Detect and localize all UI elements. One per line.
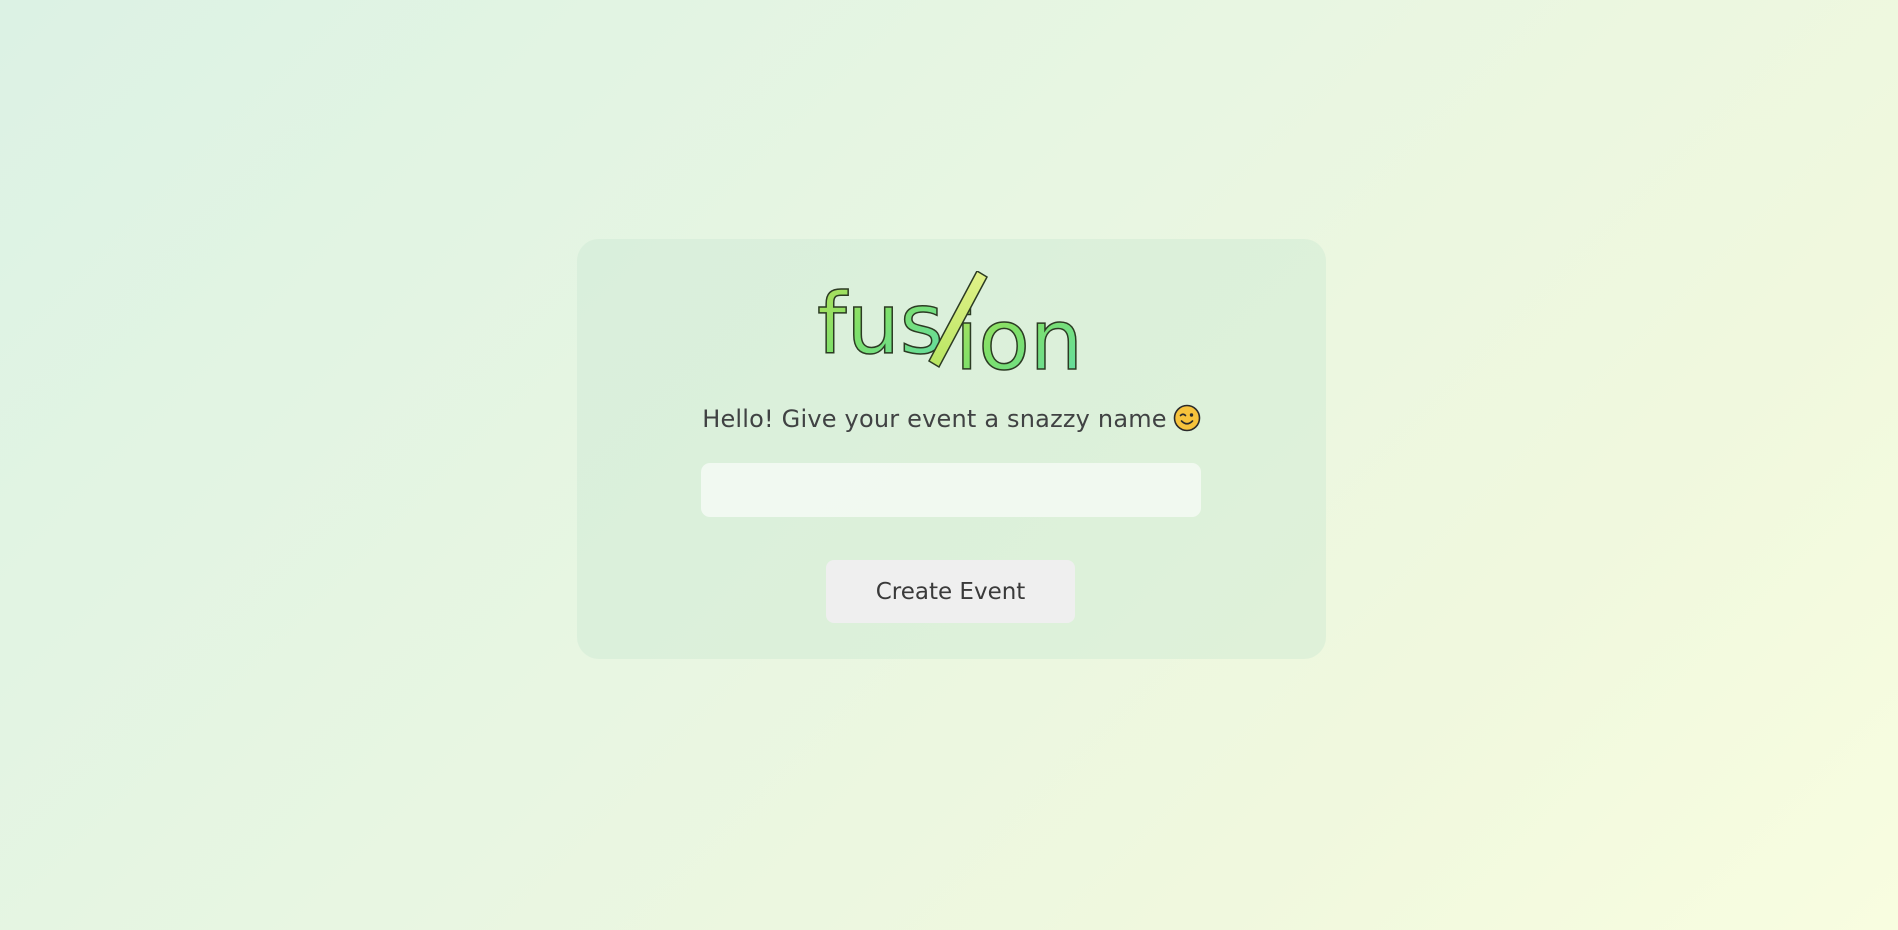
logo-text-right: ion <box>955 291 1083 381</box>
winking-face-icon <box>1173 404 1201 438</box>
event-name-input[interactable] <box>701 463 1201 517</box>
create-event-button[interactable]: Create Event <box>826 560 1075 623</box>
prompt-text-row: Hello! Give your event a snazzy name <box>577 404 1326 438</box>
create-event-card: fus ion Hello! Give your event a snazzy … <box>577 239 1326 659</box>
logo-text-left: fus <box>817 275 944 373</box>
prompt-text: Hello! Give your event a snazzy name <box>702 405 1167 433</box>
fusion-logo: fus ion <box>817 271 1084 381</box>
